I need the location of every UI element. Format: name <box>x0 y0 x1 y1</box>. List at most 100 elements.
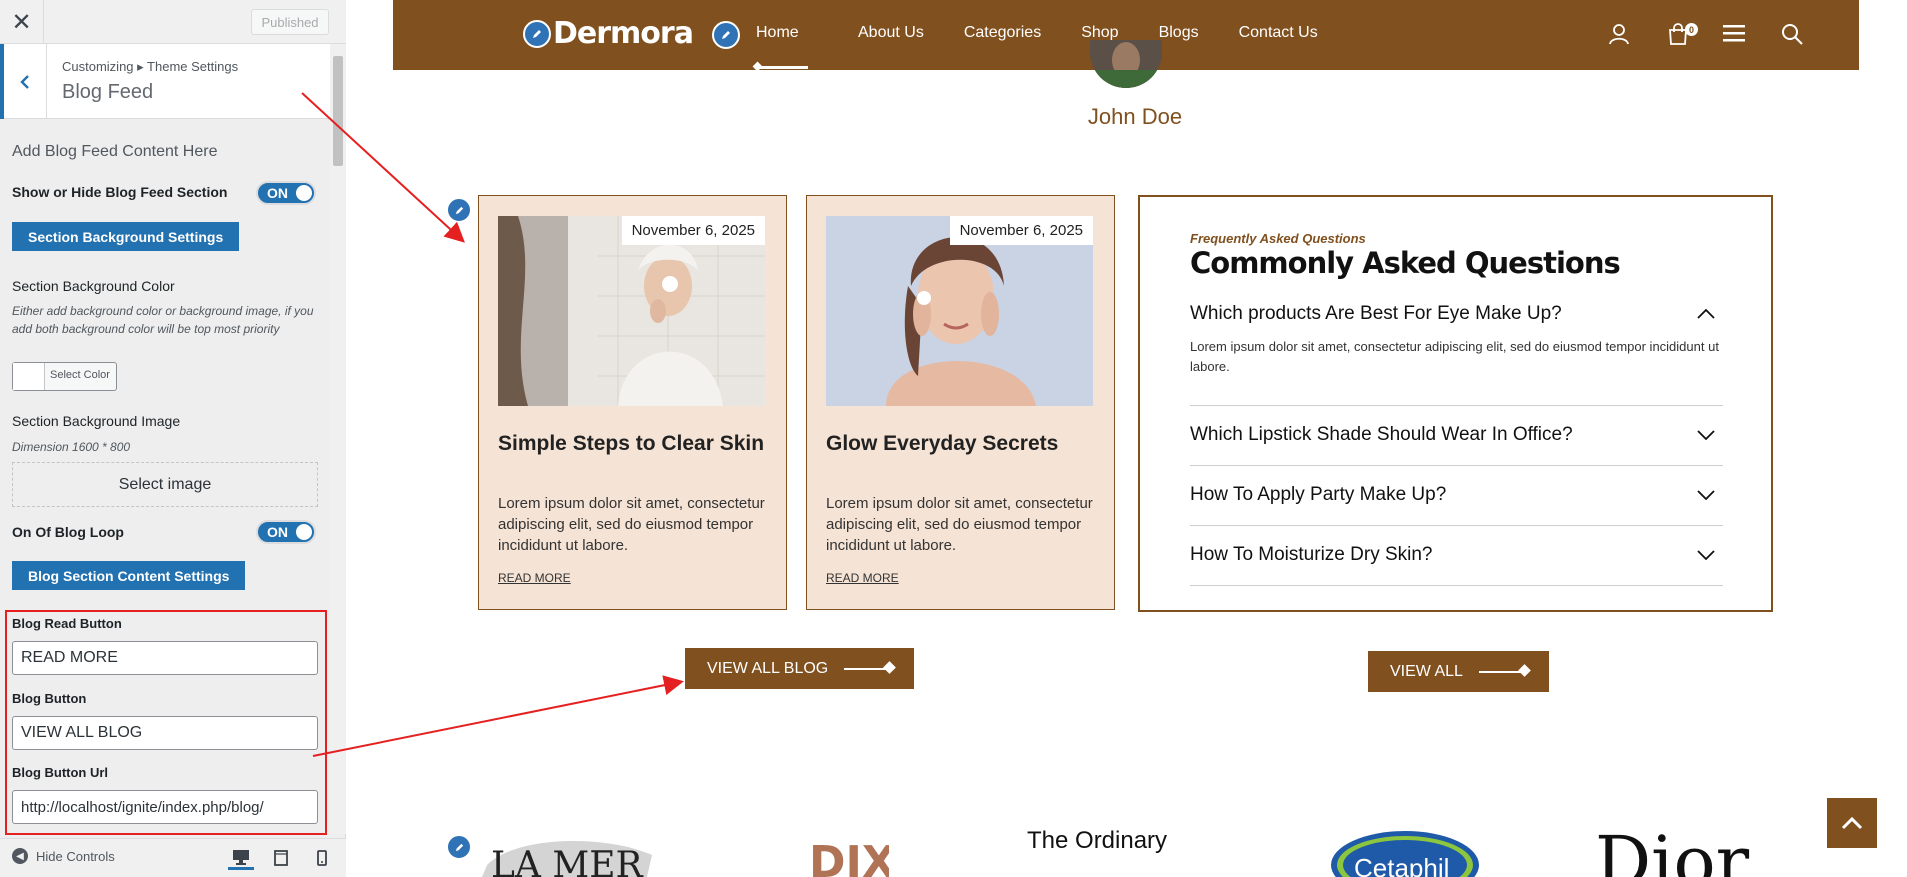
faq-question[interactable]: Which products Are Best For Eye Make Up? <box>1190 303 1562 325</box>
faq-subtitle: Frequently Asked Questions <box>1190 231 1366 246</box>
chevron-up-icon[interactable] <box>1697 309 1715 319</box>
read-more-link[interactable]: READ MORE <box>826 571 899 585</box>
scroll-to-top-button[interactable] <box>1827 798 1877 848</box>
faq-answer: Lorem ipsum dolor sit amet, consectetur … <box>1190 339 1719 374</box>
chevron-down-icon[interactable] <box>1697 490 1715 500</box>
mobile-preview-button[interactable] <box>309 846 335 870</box>
blog-card-date: November 6, 2025 <box>621 216 765 245</box>
user-icon[interactable] <box>1608 23 1630 45</box>
brand-name: The Ordinary <box>1027 828 1167 854</box>
blog-card-image[interactable]: November 6, 2025 <box>498 216 765 406</box>
collapse-icon: ◀ <box>12 848 28 864</box>
read-more-link[interactable]: READ MORE <box>498 571 571 585</box>
testimonial-avatar <box>1090 40 1162 88</box>
blog-card-title[interactable]: Glow Everyday Secrets <box>826 432 1096 456</box>
faq-item[interactable]: Which Lipstick Shade Should Wear In Offi… <box>1190 406 1723 466</box>
close-icon: ✕ <box>11 8 32 36</box>
desktop-icon <box>233 849 249 865</box>
edit-shortcut-icon[interactable] <box>523 19 551 48</box>
published-button[interactable]: Published <box>251 9 329 35</box>
toggle-text: ON <box>267 185 288 201</box>
view-all-button[interactable]: VIEW ALL <box>1368 651 1549 692</box>
blog-card: November 6, 2025 Simple Steps to Clear S… <box>478 195 787 610</box>
edit-shortcut-icon[interactable] <box>446 197 472 223</box>
bg-settings-button[interactable]: Section Background Settings <box>12 222 240 251</box>
nav-item-about[interactable]: About Us <box>858 24 924 45</box>
blog-card-excerpt: Lorem ipsum dolor sit amet, consectetur … <box>826 495 1093 554</box>
faq-item[interactable]: Which products Are Best For Eye Make Up?… <box>1190 299 1723 406</box>
hide-controls-label: Hide Controls <box>36 848 115 864</box>
section-header: Customizing ▸ Theme Settings Blog Feed <box>0 44 330 119</box>
faq-item[interactable]: How To Moisturize Dry Skin? <box>1190 526 1723 586</box>
brand-logo-ordinary[interactable]: The Ordinary <box>1027 827 1227 877</box>
section-title: Blog Feed <box>62 81 154 103</box>
blog-card-excerpt: Lorem ipsum dolor sit amet, consectetur … <box>498 495 765 554</box>
show-hide-toggle[interactable]: ON <box>256 181 316 205</box>
content-settings-button[interactable]: Blog Section Content Settings <box>12 561 246 590</box>
desktop-preview-button[interactable] <box>228 846 254 870</box>
blog-card-title[interactable]: Simple Steps to Clear Skin <box>498 432 768 456</box>
faq-panel: Frequently Asked Questions Commonly Aske… <box>1138 195 1773 612</box>
tablet-preview-button[interactable] <box>268 846 294 870</box>
nav-item-categories[interactable]: Categories <box>964 24 1041 45</box>
bg-image-dimension: Dimension 1600 * 800 <box>12 440 131 454</box>
read-button-input[interactable]: READ MORE <box>12 641 318 675</box>
toggle-knob <box>296 524 312 540</box>
customizer-topbar: ✕ Published <box>0 0 346 44</box>
brand-logo-lamer[interactable]: LA MER <box>477 835 657 877</box>
chevron-left-icon <box>20 74 29 89</box>
toggle-knob <box>296 185 312 201</box>
select-color-button[interactable]: Select Color <box>12 362 117 391</box>
back-button[interactable] <box>0 44 47 119</box>
brand-name: Cetaphil <box>1354 853 1449 877</box>
edit-shortcut-icon[interactable] <box>446 834 472 860</box>
tablet-icon <box>274 850 288 866</box>
blog-button-url-label: Blog Button Url <box>12 765 109 780</box>
read-button-label: Blog Read Button <box>12 616 122 631</box>
view-all-label: VIEW ALL <box>1390 662 1463 680</box>
arrow-right-icon <box>1478 670 1527 673</box>
select-color-label: Select Color <box>50 369 110 381</box>
brand-name: Dior <box>1595 826 1750 877</box>
blog-card: November 6, 2025 Glow Everyday Secrets L… <box>806 195 1115 610</box>
blog-button-input[interactable]: VIEW ALL BLOG <box>12 716 318 750</box>
brand-name: DIXI <box>809 837 889 877</box>
select-image-button[interactable]: Select image <box>12 462 318 507</box>
faq-question[interactable]: How To Moisturize Dry Skin? <box>1190 544 1433 566</box>
brand-name: LA MER <box>491 845 643 877</box>
blog-button-url-input[interactable]: http://localhost/ignite/index.php/blog/ <box>12 790 318 824</box>
brand-logo-cetaphil[interactable]: Cetaphil <box>1330 830 1480 877</box>
faq-title: Commonly Asked Questions <box>1190 246 1621 280</box>
menu-icon[interactable] <box>1723 23 1745 43</box>
chevron-down-icon[interactable] <box>1697 550 1715 560</box>
chevron-up-icon <box>1841 816 1863 830</box>
nav-item-contact[interactable]: Contact Us <box>1239 24 1318 45</box>
toggle-text: ON <box>267 524 288 540</box>
faq-question[interactable]: Which Lipstick Shade Should Wear In Offi… <box>1190 424 1573 446</box>
hide-controls-button[interactable]: ◀ Hide Controls <box>12 848 115 864</box>
brand-logo-dixi[interactable]: DIXI <box>809 828 912 877</box>
view-all-blog-button[interactable]: VIEW ALL BLOG <box>685 648 915 689</box>
nav-item-home[interactable]: Home <box>756 24 808 69</box>
customizer-footer: ◀ Hide Controls <box>0 838 346 877</box>
intro-text: Add Blog Feed Content Here <box>12 143 218 160</box>
mobile-icon <box>317 850 327 866</box>
chevron-down-icon[interactable] <box>1697 430 1715 440</box>
nav-item-blogs[interactable]: Blogs <box>1159 24 1199 45</box>
brand-logo-dior[interactable]: Dior <box>1595 821 1775 877</box>
search-icon[interactable] <box>1781 23 1803 45</box>
testimonial-name: John Doe <box>1087 104 1183 129</box>
scrollbar-thumb[interactable] <box>333 56 343 166</box>
sidebar-scrollbar[interactable] <box>330 44 346 834</box>
nav-label: Home <box>756 24 799 41</box>
faq-item[interactable]: How To Apply Party Make Up? <box>1190 466 1723 526</box>
blog-loop-label: On Of Blog Loop <box>12 524 124 540</box>
blog-loop-toggle[interactable]: ON <box>256 520 316 544</box>
show-hide-label: Show or Hide Blog Feed Section <box>12 184 228 200</box>
faq-question[interactable]: How To Apply Party Make Up? <box>1190 484 1446 506</box>
active-indicator <box>756 66 808 69</box>
blog-card-date: November 6, 2025 <box>949 216 1093 245</box>
close-button[interactable]: ✕ <box>0 0 44 44</box>
blog-card-image[interactable]: November 6, 2025 <box>826 216 1093 406</box>
color-swatch <box>13 363 45 390</box>
